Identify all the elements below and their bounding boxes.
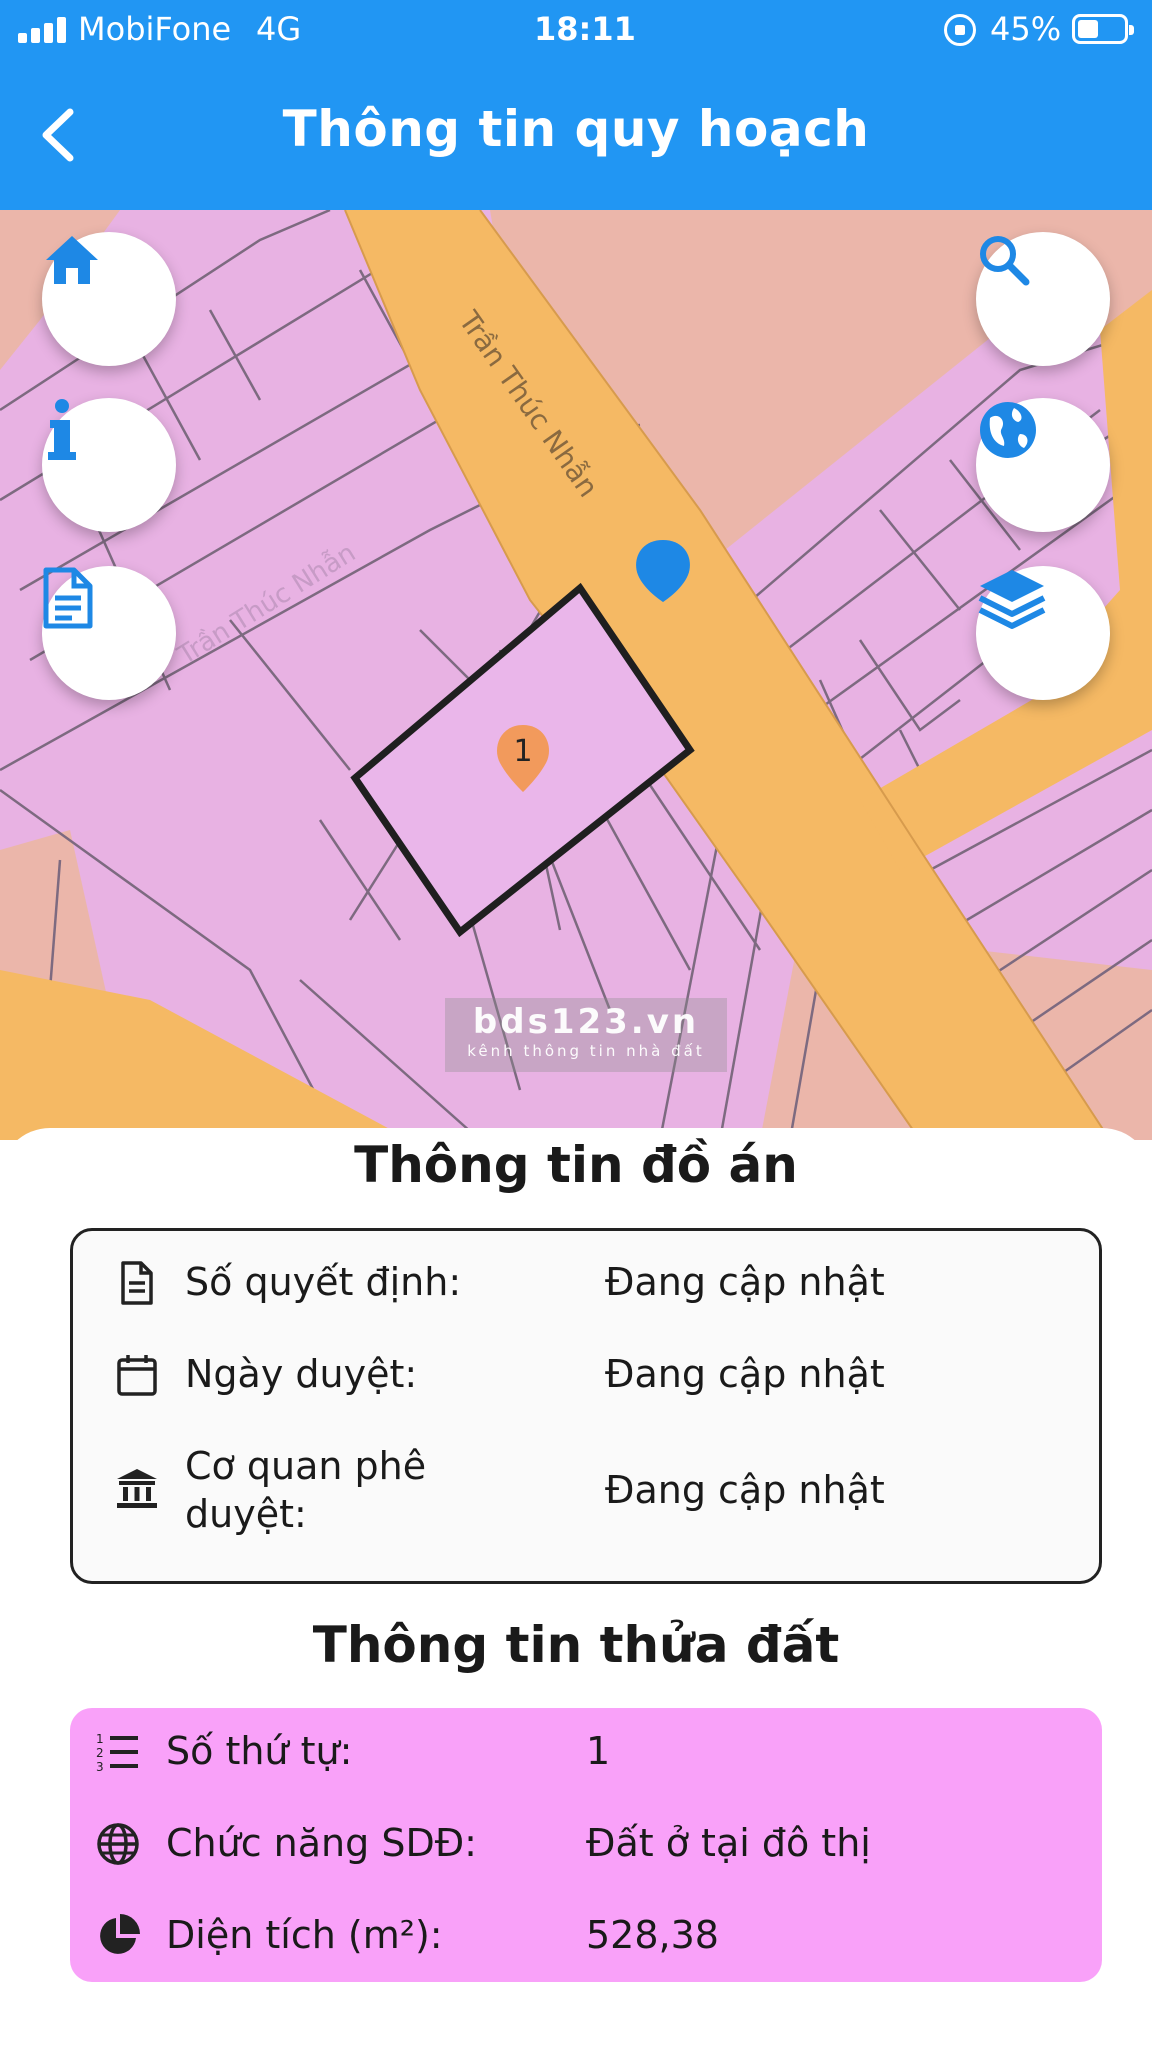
info-icon [48,399,76,460]
parcel-label-land-use: Chức năng SDĐ: [166,1821,477,1865]
document-icon [43,567,93,629]
svg-text:1: 1 [96,1732,104,1746]
document-button[interactable] [42,566,176,700]
watermark-subtitle: kênh thông tin nhà đất [467,1042,705,1060]
street-label-faded: Trần Thúc Nhẫn [171,537,361,671]
watermark: bds123.vn kênh thông tin nhà đất [445,998,727,1072]
watermark-name: bds123.vn [472,1002,700,1042]
plan-label-agency-line2: duyệt: [185,1492,307,1536]
app-header: MobiFone 4G 18:11 45% Thông tin quy hoạc… [0,0,1152,210]
network-type: 4G [256,10,302,48]
carrier-name: MobiFone [78,10,232,48]
battery-percent: 45% [990,10,1062,48]
parcel-label-area: Diện tích (m²): [166,1913,443,1957]
plan-info-card: Số quyết định: Đang cập nhật Ngày duyệt:… [70,1228,1102,1584]
layers-button[interactable] [976,566,1110,700]
parcel-value-number: 1 [586,1729,611,1773]
home-button[interactable] [42,232,176,366]
svg-text:3: 3 [96,1760,104,1774]
planning-map[interactable]: Trần Thúc Nhẫn Trần Thúc Nhẫn 1 bds123.v… [0,210,1152,1140]
search-icon [980,236,1030,286]
pie-chart-icon [100,1914,140,1954]
plan-value-approval-date: Đang cập nhật [605,1352,885,1396]
parcel-info-card: 1 2 3 Số thứ tự: 1 Chức năng SDĐ: Đất ở … [70,1708,1102,1982]
layers-icon [978,570,1046,629]
globe-button[interactable] [976,398,1110,532]
info-button[interactable] [42,398,176,532]
document-icon [121,1261,153,1305]
parcel-label-number: Số thứ tự: [166,1729,353,1773]
battery-icon [1072,14,1134,44]
numbered-list-icon: 1 2 3 [96,1732,138,1774]
plan-label-agency-line1: Cơ quan phê [185,1444,427,1488]
plan-value-agency: Đang cập nhật [605,1468,885,1512]
globe-icon [97,1823,139,1865]
status-bar: MobiFone 4G 18:11 45% [0,0,1152,60]
status-time: 18:11 [534,10,636,48]
calendar-icon [117,1355,157,1396]
info-sheet: Thông tin đồ án Số quyết định: Đang cập … [0,1128,1152,2048]
svg-text:2: 2 [96,1746,104,1760]
bank-icon [117,1469,157,1508]
plan-label-decision: Số quyết định: [185,1260,462,1304]
globe-icon [980,402,1036,458]
search-button[interactable] [976,232,1110,366]
parcel-value-area: 528,38 [586,1913,719,1957]
road-bottom-left [0,970,410,1140]
plan-label-approval-date: Ngày duyệt: [185,1352,418,1396]
plan-info-title: Thông tin đồ án [354,1136,798,1194]
parcel-value-land-use: Đất ở tại đô thị [586,1821,871,1865]
orientation-lock-icon [944,14,976,46]
parcel-marker-number: 1 [513,734,532,769]
page-title: Thông tin quy hoạch [282,100,870,158]
parcel-info-title: Thông tin thửa đất [312,1616,840,1674]
home-icon [46,236,98,284]
plan-value-decision: Đang cập nhật [605,1260,885,1304]
signal-icon [18,17,70,43]
